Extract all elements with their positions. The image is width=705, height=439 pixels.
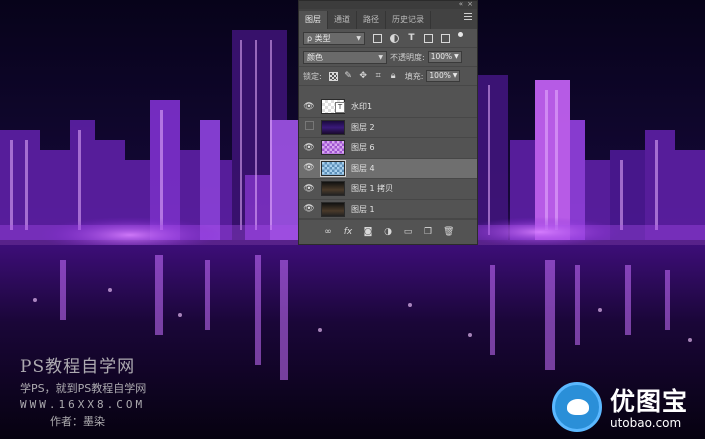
layer-thumbnail [321, 140, 345, 156]
layer-list: 👁︎ 水印1 图层 2 👁︎ 图层 6 👁︎ 图层 4 👁︎ 图层 1 拷贝 👁… [299, 97, 477, 220]
chevron-down-icon: ▼ [378, 53, 383, 61]
watermark-left: PS教程自学网 学PS，就到PS教程自学网 WWW.16XX8.COM 作者：墨… [20, 352, 146, 429]
layer-row-selected[interactable]: 👁︎ 图层 4 [299, 158, 477, 179]
blend-row: 颜色 ▼ 不透明度: 100% ▼ [299, 48, 477, 67]
fill-label: 填充: [404, 71, 424, 81]
eye-hidden-icon[interactable] [299, 121, 319, 133]
watermark-title: PS教程自学网 [20, 357, 136, 377]
lock-transparent-icon[interactable] [328, 71, 338, 81]
watermark-right: 优图宝 utobao.com [552, 378, 702, 436]
layer-row[interactable]: 👁︎ 图层 6 [299, 138, 477, 159]
opacity-label: 不透明度: [390, 52, 425, 62]
adjustment-filter-icon[interactable] [390, 33, 399, 43]
layer-thumbnail [321, 181, 345, 197]
chevron-down-icon: ▼ [452, 72, 458, 79]
new-layer-icon[interactable]: ❐ [423, 227, 433, 237]
layer-thumbnail [320, 159, 346, 177]
lock-position-move-icon[interactable]: ✥ [359, 71, 368, 81]
fill-value: 100% [429, 71, 451, 80]
bird-logo-icon [552, 382, 602, 432]
filter-row: ρ 类型 ▼ T [299, 29, 477, 48]
tab-paths[interactable]: 路径 [357, 11, 386, 29]
layer-kind-label: ρ 类型 [307, 33, 331, 43]
link-icon[interactable]: ∞ [323, 227, 333, 237]
layer-name: 图层 6 [351, 143, 375, 153]
tab-layers[interactable]: 图层 [299, 11, 328, 29]
chevron-down-icon: ▼ [356, 34, 361, 42]
watermark-slogan: 学PS，就到PS教程自学网 [20, 382, 147, 395]
layer-row[interactable]: 👁︎ 水印1 [299, 97, 477, 118]
layer-name: 图层 1 拷贝 [351, 184, 394, 194]
lock-row: 锁定: ✎ ✥ ⌗ 🔒︎ 填充: 100% ▼ [299, 67, 477, 86]
eye-icon[interactable]: 👁︎ [299, 143, 319, 153]
tab-history[interactable]: 历史记录 [386, 11, 431, 29]
mask-icon[interactable]: ◙ [363, 227, 373, 237]
panel-title-strip: « × [299, 0, 477, 9]
layer-name: 水印1 [351, 102, 373, 112]
layer-name: 图层 4 [351, 163, 375, 173]
eye-icon[interactable]: 👁︎ [299, 184, 319, 194]
lock-image-brush-icon[interactable]: ✎ [344, 71, 353, 81]
eye-icon[interactable]: 👁︎ [299, 163, 319, 173]
eye-icon[interactable]: 👁︎ [299, 204, 319, 214]
brand-name: 优图宝 [610, 387, 689, 416]
blend-mode-label: 颜色 [307, 52, 323, 62]
layer-row[interactable]: 👁︎ 图层 1 拷贝 [299, 179, 477, 200]
watermark-url: WWW.16XX8.COM [20, 398, 146, 411]
lock-artboard-icon[interactable]: ⌗ [374, 71, 383, 81]
panel-bottom-bar: ∞ fx ◙ ◑ ▭ ❐ 🗑︎ [299, 218, 477, 244]
layer-row[interactable]: 👁︎ 图层 1 [299, 200, 477, 220]
adjustment-icon[interactable]: ◑ [383, 227, 393, 237]
folder-icon[interactable]: ▭ [403, 227, 413, 237]
opacity-field[interactable]: 100% ▼ [427, 51, 462, 63]
opacity-value: 100% [430, 52, 453, 61]
lock-label: 锁定: [303, 71, 322, 81]
smart-object-filter-icon[interactable] [441, 33, 450, 43]
watermark-author: 作者：墨染 [50, 415, 105, 428]
fill-field[interactable]: 100% ▼ [426, 70, 461, 82]
layer-name: 图层 2 [351, 122, 375, 132]
collapse-icon[interactable]: « [459, 0, 463, 8]
panel-menu-icon[interactable] [464, 13, 472, 21]
pixel-filter-icon[interactable] [373, 33, 382, 43]
lock-all-icon[interactable]: 🔒︎ [389, 71, 398, 81]
layer-thumbnail [321, 119, 345, 135]
layer-row[interactable]: 图层 2 [299, 118, 477, 138]
layer-kind-dropdown[interactable]: ρ 类型 ▼ [303, 31, 365, 45]
blend-mode-dropdown[interactable]: 颜色 ▼ [303, 50, 387, 64]
layer-thumbnail [321, 201, 345, 217]
layer-name: 图层 1 [351, 204, 375, 214]
layers-panel: « × 图层 通道 路径 历史记录 ρ 类型 ▼ T 颜色 ▼ 不透明度: 100%… [298, 0, 478, 245]
layer-thumbnail [321, 99, 345, 115]
brand-url: utobao.com [610, 416, 682, 430]
close-icon[interactable]: × [467, 0, 473, 8]
tab-channels[interactable]: 通道 [328, 11, 357, 29]
shape-filter-icon[interactable] [424, 33, 433, 43]
fx-icon[interactable]: fx [343, 227, 353, 237]
chevron-down-icon: ▼ [454, 53, 459, 60]
panel-tabs: 图层 通道 路径 历史记录 [299, 9, 477, 29]
filter-toggle[interactable] [458, 31, 463, 37]
type-filter-icon[interactable]: T [407, 33, 416, 43]
eye-icon[interactable]: 👁︎ [299, 102, 319, 112]
trash-icon[interactable]: 🗑︎ [443, 227, 454, 237]
